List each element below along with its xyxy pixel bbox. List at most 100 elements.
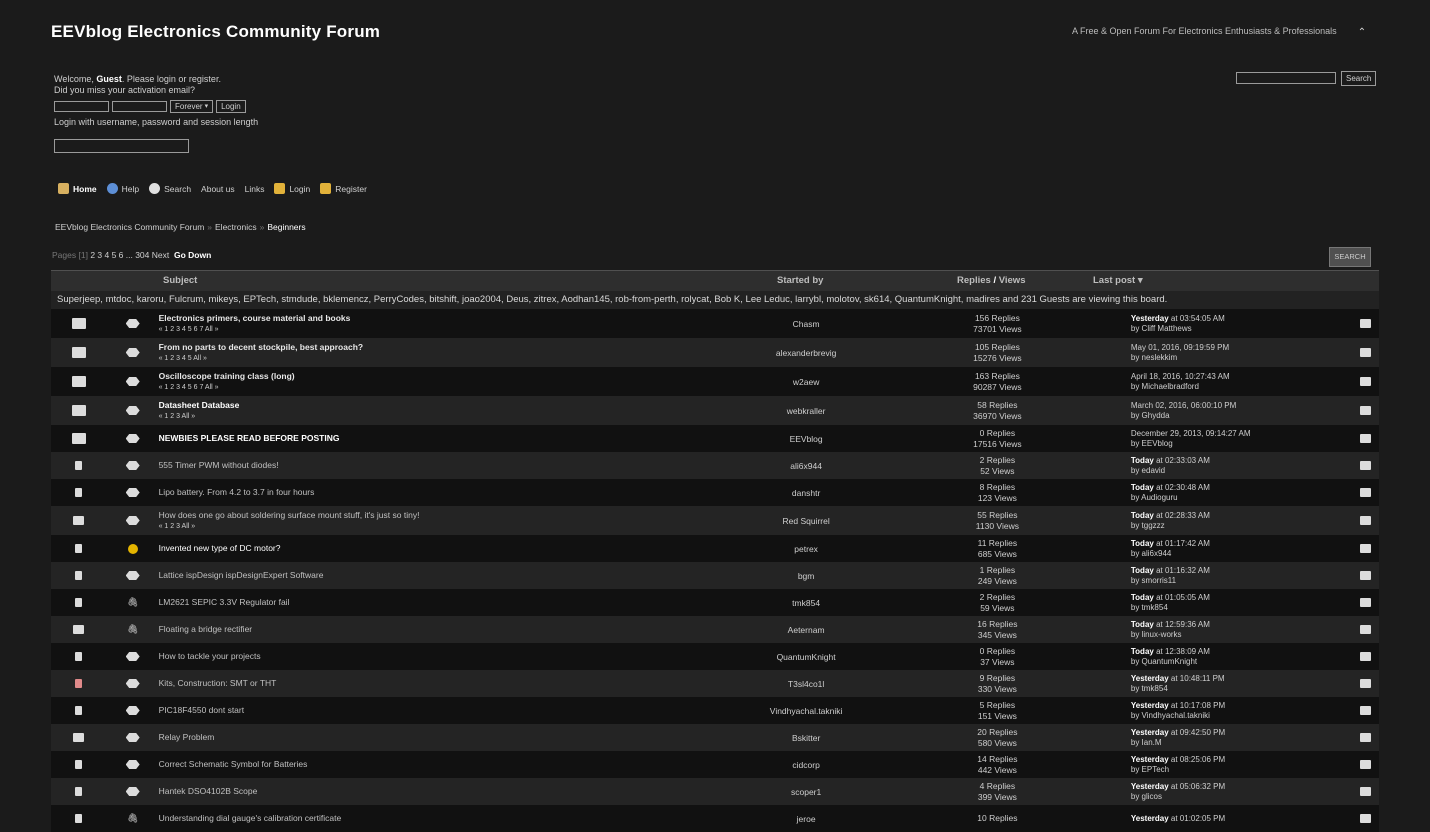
last-post-author-link[interactable]: by Ghydda [1131, 411, 1360, 421]
last-post-author-link[interactable]: by QuantumKnight [1131, 657, 1360, 667]
go-to-last-post-icon[interactable] [1360, 760, 1371, 769]
breadcrumb-electronics[interactable]: Electronics [215, 222, 257, 232]
search-topics-button[interactable]: SEARCH [1329, 247, 1371, 267]
last-post-author-link[interactable]: by tggzzz [1131, 521, 1360, 531]
topic-starter-link[interactable]: petrex [748, 544, 864, 554]
topic-starter-link[interactable]: EEVblog [748, 434, 864, 444]
forum-title[interactable]: EEVblog Electronics Community Forum [51, 22, 380, 42]
topic-subject-link[interactable]: Understanding dial gauge's calibration c… [159, 813, 749, 824]
search-input[interactable] [1236, 72, 1336, 84]
topic-page-links[interactable]: « 1 2 3 4 5 All » [159, 353, 749, 364]
last-post-author-link[interactable]: by Cliff Matthews [1131, 324, 1360, 334]
go-to-last-post-icon[interactable] [1360, 679, 1371, 688]
go-to-last-post-icon[interactable] [1360, 377, 1371, 386]
topic-starter-link[interactable]: T3sl4co1l [748, 679, 864, 689]
topic-starter-link[interactable]: Aeternam [748, 625, 864, 635]
last-post-author-link[interactable]: by linux-works [1131, 630, 1360, 640]
breadcrumb-forum[interactable]: EEVblog Electronics Community Forum [55, 222, 204, 232]
topic-page-links[interactable]: « 1 2 3 4 5 6 7 All » [159, 324, 749, 335]
go-to-last-post-icon[interactable] [1360, 516, 1371, 525]
go-to-last-post-icon[interactable] [1360, 706, 1371, 715]
menu-item-about-us[interactable]: About us [201, 184, 235, 194]
topic-starter-link[interactable]: w2aew [748, 377, 864, 387]
topic-starter-link[interactable]: Bskitter [748, 733, 864, 743]
search-button[interactable]: Search [1341, 71, 1377, 86]
topic-starter-link[interactable]: webkraller [748, 406, 864, 416]
go-to-last-post-icon[interactable] [1360, 348, 1371, 357]
menu-item-help[interactable]: Help [106, 183, 139, 194]
page-links[interactable]: 2 3 4 5 6 ... 304 [90, 250, 149, 260]
topic-subject-link[interactable]: Hantek DSO4102B Scope [159, 786, 749, 797]
topic-subject-link[interactable]: Invented new type of DC motor? [159, 543, 749, 554]
go-to-last-post-icon[interactable] [1360, 319, 1371, 328]
topic-page-links[interactable]: « 1 2 3 All » [159, 411, 749, 422]
go-to-last-post-icon[interactable] [1360, 434, 1371, 443]
topic-subject-link[interactable]: LM2621 SEPIC 3.3V Regulator fail [159, 597, 749, 608]
topic-page-links[interactable]: « 1 2 3 All » [159, 521, 749, 532]
topic-starter-link[interactable]: Red Squirrel [748, 516, 864, 526]
topic-starter-link[interactable]: alexanderbrevig [748, 348, 864, 358]
last-post-author-link[interactable]: by neslekkim [1131, 353, 1360, 363]
topic-subject-link[interactable]: From no parts to decent stockpile, best … [159, 342, 749, 353]
topic-starter-link[interactable]: ali6x944 [748, 461, 864, 471]
topic-starter-link[interactable]: scoper1 [748, 787, 864, 797]
topic-subject-link[interactable]: How does one go about soldering surface … [159, 510, 749, 521]
last-post-author-link[interactable]: by EEVblog [1131, 439, 1360, 449]
last-post-author-link[interactable]: by Vindhyachal.takniki [1131, 711, 1360, 721]
topic-subject-link[interactable]: Relay Problem [159, 732, 749, 743]
last-post-author-link[interactable]: by glicos [1131, 792, 1360, 802]
last-post-author-link[interactable]: by tmk854 [1131, 603, 1360, 613]
menu-item-login[interactable]: Login [274, 183, 310, 194]
header-views[interactable]: Views [999, 275, 1026, 286]
go-to-last-post-icon[interactable] [1360, 461, 1371, 470]
topic-starter-link[interactable]: danshtr [748, 488, 864, 498]
welcome-suffix[interactable]: . Please login or register. [122, 74, 221, 84]
topic-starter-link[interactable]: Vindhyachal.takniki [748, 706, 864, 716]
breadcrumb-beginners[interactable]: Beginners [267, 222, 305, 232]
header-replies[interactable]: Replies [957, 275, 991, 286]
go-to-last-post-icon[interactable] [1360, 406, 1371, 415]
go-to-last-post-icon[interactable] [1360, 488, 1371, 497]
password-input[interactable] [112, 101, 167, 112]
collapse-header-icon[interactable]: ⌃ [1355, 26, 1369, 40]
username-input[interactable] [54, 101, 109, 112]
last-post-author-link[interactable]: by Audioguru [1131, 493, 1360, 503]
topic-starter-link[interactable]: QuantumKnight [748, 652, 864, 662]
topic-subject-link[interactable]: 555 Timer PWM without diodes! [159, 460, 749, 471]
last-post-author-link[interactable]: by tmk854 [1131, 684, 1360, 694]
openid-input[interactable] [54, 139, 189, 153]
topic-subject-link[interactable]: Datasheet Database [159, 400, 749, 411]
topic-subject-link[interactable]: Floating a bridge rectifier [159, 624, 749, 635]
topic-subject-link[interactable]: Oscilloscope training class (long) [159, 371, 749, 382]
go-to-last-post-icon[interactable] [1360, 733, 1371, 742]
topic-subject-link[interactable]: Lipo battery. From 4.2 to 3.7 in four ho… [159, 487, 749, 498]
last-post-author-link[interactable]: by edavid [1131, 466, 1360, 476]
header-started-by[interactable]: Started by [777, 275, 823, 286]
go-to-last-post-icon[interactable] [1360, 544, 1371, 553]
topic-page-links[interactable]: « 1 2 3 4 5 6 7 All » [159, 382, 749, 393]
last-post-author-link[interactable]: by EPTech [1131, 765, 1360, 775]
topic-starter-link[interactable]: jeroe [748, 814, 864, 824]
last-post-author-link[interactable]: by ali6x944 [1131, 549, 1360, 559]
next-page-link[interactable]: Next [152, 250, 169, 260]
go-to-last-post-icon[interactable] [1360, 625, 1371, 634]
menu-item-links[interactable]: Links [245, 184, 265, 194]
login-button[interactable]: Login [216, 100, 246, 113]
go-to-last-post-icon[interactable] [1360, 652, 1371, 661]
last-post-author-link[interactable]: by smorris11 [1131, 576, 1360, 586]
go-down-link[interactable]: Go Down [174, 250, 211, 260]
topic-starter-link[interactable]: bgm [748, 571, 864, 581]
go-to-last-post-icon[interactable] [1360, 571, 1371, 580]
go-to-last-post-icon[interactable] [1360, 814, 1371, 823]
menu-item-search[interactable]: Search [149, 183, 191, 194]
topic-subject-link[interactable]: Kits, Construction: SMT or THT [159, 678, 749, 689]
last-post-author-link[interactable]: by Ian.M [1131, 738, 1360, 748]
header-last-post[interactable]: Last post ▾ [1093, 275, 1143, 286]
topic-starter-link[interactable]: cidcorp [748, 760, 864, 770]
topic-subject-link[interactable]: How to tackle your projects [159, 651, 749, 662]
topic-starter-link[interactable]: Chasm [748, 319, 864, 329]
menu-item-home[interactable]: Home [58, 183, 97, 194]
topic-subject-link[interactable]: Electronics primers, course material and… [159, 313, 749, 324]
menu-item-register[interactable]: Register [320, 183, 367, 194]
topic-subject-link[interactable]: PIC18F4550 dont start [159, 705, 749, 716]
